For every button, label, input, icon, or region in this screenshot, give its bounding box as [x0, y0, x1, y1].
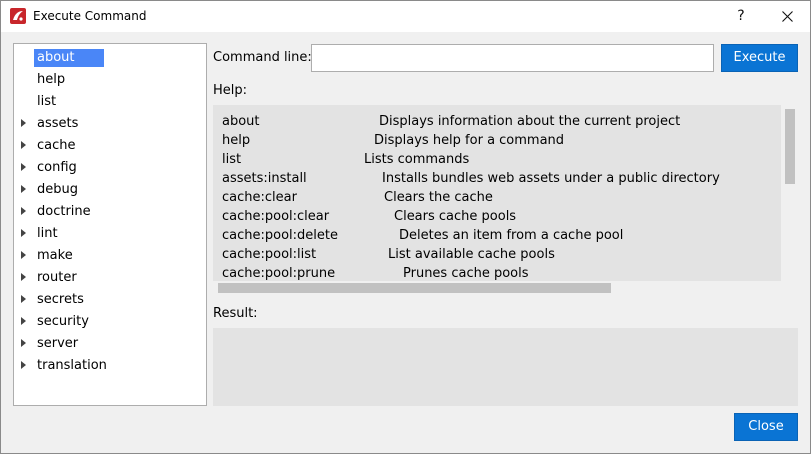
- help-description: Displays help for a command: [374, 133, 565, 148]
- command-tree[interactable]: about help list assets cache config debug doctr…: [13, 43, 207, 406]
- window-title: Execute Command: [33, 9, 147, 23]
- tree-item-about[interactable]: about: [14, 47, 206, 69]
- help-description: Installs bundles web assets under a publ…: [382, 171, 720, 186]
- expand-arrow-icon[interactable]: [21, 163, 26, 171]
- close-icon[interactable]: [765, 1, 809, 32]
- tree-item-lint[interactable]: lint: [14, 223, 206, 245]
- tree-item-label: cache: [37, 138, 76, 153]
- tree-item-label: doctrine: [37, 204, 91, 219]
- tree-item-label: assets: [37, 116, 79, 131]
- result-label: Result:: [213, 306, 258, 321]
- help-label: Help:: [213, 83, 248, 98]
- help-description: Lists commands: [364, 152, 470, 167]
- tree-item-label: config: [37, 160, 77, 175]
- help-description: Clears cache pools: [394, 209, 517, 224]
- tree-item-list[interactable]: list: [14, 91, 206, 113]
- help-command: cache:pool:prune: [222, 266, 336, 281]
- tree-item-security[interactable]: security: [14, 311, 206, 333]
- tree-item-secrets[interactable]: secrets: [14, 289, 206, 311]
- help-text-area[interactable]: cache:pool:prune Prunes cache pools cache:…: [213, 105, 798, 296]
- tree-item-label: security: [37, 314, 89, 329]
- tree-item-label: debug: [37, 182, 78, 197]
- tree-item-config[interactable]: config: [14, 157, 206, 179]
- tree-item-assets[interactable]: assets: [14, 113, 206, 135]
- expand-arrow-icon[interactable]: [21, 361, 26, 369]
- expand-arrow-icon[interactable]: [21, 339, 26, 347]
- help-command: about: [222, 114, 260, 129]
- command-line-label: Command line:: [213, 50, 312, 65]
- title-bar: Execute Command ?: [1, 1, 810, 32]
- tree-item-label: secrets: [37, 292, 84, 307]
- tree-item-label: router: [37, 270, 77, 285]
- expand-arrow-icon[interactable]: [21, 251, 26, 259]
- tree-item-label: translation: [37, 358, 107, 373]
- expand-arrow-icon[interactable]: [21, 273, 26, 281]
- help-description: Deletes an item from a cache pool: [399, 228, 624, 243]
- tree-item-label: list: [37, 94, 57, 109]
- tree-item-server[interactable]: server: [14, 333, 206, 355]
- expand-arrow-icon[interactable]: [21, 185, 26, 193]
- tree-item-label: about: [34, 49, 104, 67]
- tree-item-doctrine[interactable]: doctrine: [14, 201, 206, 223]
- result-text-area[interactable]: [213, 328, 798, 406]
- help-command: cache:pool:delete: [222, 228, 338, 243]
- help-description: Clears the cache: [384, 190, 493, 205]
- vertical-scroll-thumb[interactable]: [785, 109, 795, 184]
- expand-arrow-icon[interactable]: [21, 229, 26, 237]
- tree-item-cache[interactable]: cache: [14, 135, 206, 157]
- help-command: list: [222, 152, 242, 167]
- help-command: cache:pool:clear: [222, 209, 330, 224]
- tree-item-make[interactable]: make: [14, 245, 206, 267]
- horizontal-scroll-thumb[interactable]: [218, 283, 611, 293]
- help-command: cache:pool:list: [222, 247, 317, 262]
- tree-item-help[interactable]: help: [14, 69, 206, 91]
- tree-item-router[interactable]: router: [14, 267, 206, 289]
- expand-arrow-icon[interactable]: [21, 317, 26, 325]
- scrollbar-corner: [781, 281, 798, 296]
- help-description: Displays information about the current p…: [379, 114, 681, 129]
- tree-item-debug[interactable]: debug: [14, 179, 206, 201]
- tree-item-translation[interactable]: translation: [14, 355, 206, 377]
- execute-command-dialog: Execute Command ? about help list assets cac…: [0, 0, 811, 454]
- command-line-input[interactable]: [311, 44, 714, 72]
- expand-arrow-icon[interactable]: [21, 119, 26, 127]
- tree-item-label: make: [37, 248, 73, 263]
- help-command: cache:clear: [222, 190, 297, 205]
- execute-button[interactable]: Execute: [721, 44, 798, 72]
- help-button[interactable]: ?: [719, 1, 763, 32]
- expand-arrow-icon[interactable]: [21, 207, 26, 215]
- help-description: List available cache pools: [388, 247, 555, 262]
- expand-arrow-icon[interactable]: [21, 141, 26, 149]
- help-command: assets:install: [222, 171, 307, 186]
- app-logo-icon: [10, 8, 26, 24]
- close-button[interactable]: Close: [734, 413, 798, 441]
- tree-item-label: server: [37, 336, 79, 351]
- help-command: help: [222, 133, 251, 148]
- tree-item-label: help: [37, 72, 66, 87]
- expand-arrow-icon[interactable]: [21, 295, 26, 303]
- help-description: Prunes cache pools: [403, 266, 529, 281]
- tree-item-label: lint: [37, 226, 58, 241]
